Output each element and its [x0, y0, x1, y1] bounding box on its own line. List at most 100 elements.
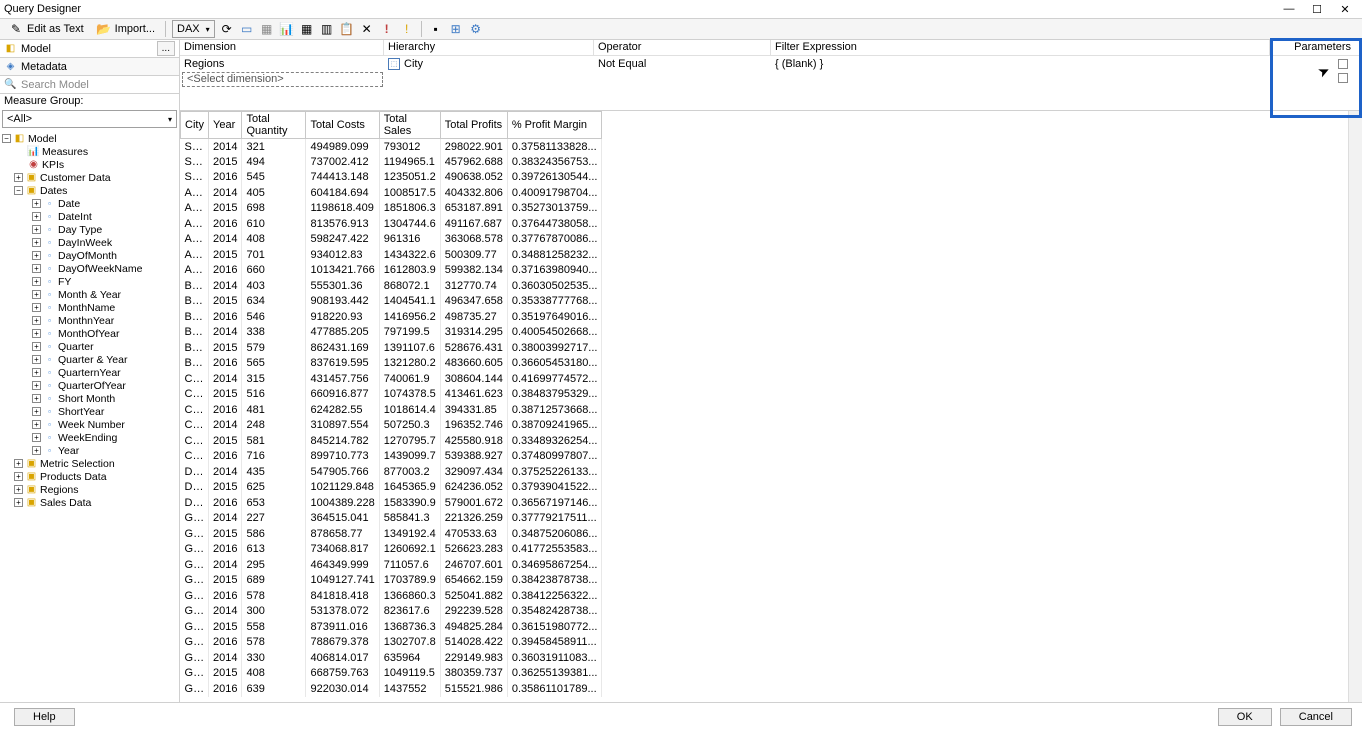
tree-toggle-icon[interactable]: +: [14, 485, 23, 494]
tree-dates-13[interactable]: +▫QuarternYear: [0, 366, 179, 379]
parameter-checkbox[interactable]: [1338, 59, 1348, 69]
table-row[interactable]: Alb...2016610813576.9131304744.6491167.6…: [181, 216, 602, 232]
filter-dimension[interactable]: Regions: [180, 57, 384, 71]
add-member-icon[interactable]: ▦: [259, 21, 275, 37]
tree-dates-17[interactable]: +▫Week Number: [0, 418, 179, 431]
tree-toggle-icon[interactable]: +: [32, 355, 41, 364]
tree-toggle-icon[interactable]: +: [32, 446, 41, 455]
tree-model[interactable]: −◧Model: [0, 132, 179, 145]
tree-toggle-icon[interactable]: +: [32, 251, 41, 260]
refresh-icon[interactable]: ⟳: [219, 21, 235, 37]
tree-dates-15[interactable]: +▫Short Month: [0, 392, 179, 405]
tree-toggle-icon[interactable]: +: [14, 459, 23, 468]
flatten-icon[interactable]: ⊞: [448, 21, 464, 37]
metadata-tree[interactable]: −◧Model📊Measures◉KPIs+▣Customer Data−▣Da…: [0, 130, 179, 704]
tree-toggle-icon[interactable]: +: [32, 238, 41, 247]
maximize-icon[interactable]: ☐: [1310, 2, 1324, 16]
tree-toggle-icon[interactable]: +: [32, 290, 41, 299]
tree-dates[interactable]: −▣Dates: [0, 184, 179, 197]
measure-group-combo[interactable]: <All> ▾: [2, 110, 177, 128]
table-row[interactable]: Go...2014295464349.999711057.6246707.601…: [181, 557, 602, 573]
cancel-exec-icon[interactable]: !: [399, 21, 415, 37]
minimize-icon[interactable]: —: [1282, 2, 1296, 16]
close-icon[interactable]: ✕: [1338, 2, 1352, 16]
tree-dates-0[interactable]: +▫Date: [0, 197, 179, 210]
tree-toggle-icon[interactable]: +: [14, 498, 23, 507]
table-row[interactable]: Bat...2014403555301.36868072.1312770.740…: [181, 278, 602, 294]
col-header-6[interactable]: % Profit Margin: [507, 112, 602, 139]
filter-row[interactable]: Regions ⬚ City Not Equal { (Blank) }: [180, 56, 1362, 72]
edit-as-text-button[interactable]: ✎ Edit as Text: [4, 20, 88, 38]
tree-dates-1[interactable]: +▫DateInt: [0, 210, 179, 223]
tree-products-data[interactable]: +▣Products Data: [0, 470, 179, 483]
tree-dates-12[interactable]: +▫Quarter & Year: [0, 353, 179, 366]
tree-dates-5[interactable]: +▫DayOfWeekName: [0, 262, 179, 275]
tree-toggle-icon[interactable]: +: [32, 199, 41, 208]
tree-regions[interactable]: +▣Regions: [0, 483, 179, 496]
search-input[interactable]: 🔍 Search Model: [0, 76, 179, 94]
table-row[interactable]: Go...20156891049127.7411703789.9654662.1…: [181, 573, 602, 589]
table-row[interactable]: Du...2014435547905.766877003.2329097.434…: [181, 464, 602, 480]
table-row[interactable]: Bat...2016546918220.931416956.2498735.27…: [181, 309, 602, 325]
tree-toggle-icon[interactable]: −: [14, 186, 23, 195]
calc-member-icon[interactable]: 📊: [279, 21, 295, 37]
tree-sales-data[interactable]: +▣Sales Data: [0, 496, 179, 509]
tree-toggle-icon[interactable]: +: [32, 394, 41, 403]
tree-toggle-icon[interactable]: +: [32, 342, 41, 351]
help-button[interactable]: Help: [14, 708, 75, 726]
execute-icon[interactable]: !: [379, 21, 395, 37]
tree-kpis[interactable]: ◉KPIs: [0, 158, 179, 171]
filter-operator[interactable]: Not Equal: [594, 57, 771, 71]
table-row[interactable]: Du...20166531004389.2281583390.9579001.6…: [181, 495, 602, 511]
table-row[interactable]: Alb...2014405604184.6941008517.5404332.8…: [181, 185, 602, 201]
tree-customer-data[interactable]: +▣Customer Data: [0, 171, 179, 184]
filter-hierarchy[interactable]: ⬚ City: [384, 57, 594, 71]
ok-button[interactable]: OK: [1218, 708, 1272, 726]
import-button[interactable]: 📂 Import...: [92, 20, 159, 38]
tree-dates-8[interactable]: +▫MonthName: [0, 301, 179, 314]
auto-exec-icon[interactable]: ▥: [319, 21, 335, 37]
tree-dates-16[interactable]: +▫ShortYear: [0, 405, 179, 418]
col-header-3[interactable]: Total Costs: [306, 112, 379, 139]
tree-toggle-icon[interactable]: +: [32, 368, 41, 377]
tree-toggle-icon[interactable]: +: [32, 381, 41, 390]
table-row[interactable]: Bat...2015634908193.4421404541.1496347.6…: [181, 294, 602, 310]
table-row[interactable]: Bro...2014338477885.205797199.5319314.29…: [181, 325, 602, 341]
tree-toggle-icon[interactable]: +: [32, 407, 41, 416]
table-row[interactable]: Bro...2016565837619.5951321280.2483660.6…: [181, 356, 602, 372]
tree-toggle-icon[interactable]: +: [14, 472, 23, 481]
table-row[interactable]: Bro...2015579862431.1691391107.6528676.4…: [181, 340, 602, 356]
parameter-checkbox-empty[interactable]: [1338, 73, 1348, 83]
table-row[interactable]: Go...2015586878658.771349192.4470533.630…: [181, 526, 602, 542]
col-header-5[interactable]: Total Profits: [440, 112, 507, 139]
tree-toggle-icon[interactable]: +: [32, 303, 41, 312]
table-row[interactable]: Ces...2015516660916.8771074378.5413461.6…: [181, 387, 602, 403]
col-header-2[interactable]: Total Quantity: [242, 112, 306, 139]
tree-toggle-icon[interactable]: +: [32, 277, 41, 286]
table-row[interactable]: Cof...2014248310897.554507250.3196352.74…: [181, 418, 602, 434]
table-row[interactable]: Gra...2015558873911.0161368736.3494825.2…: [181, 619, 602, 635]
delete-icon[interactable]: ✕: [359, 21, 375, 37]
select-dimension-placeholder[interactable]: <Select dimension>: [182, 72, 383, 87]
table-row[interactable]: Syd...2015494737002.4121194965.1457962.6…: [181, 154, 602, 170]
table-row[interactable]: Syd...2014321494989.099793012298022.9010…: [181, 139, 602, 155]
show-agg-icon[interactable]: 📋: [339, 21, 355, 37]
toggle-panel-icon[interactable]: ▭: [239, 21, 255, 37]
table-row[interactable]: Cof...2015581845214.7821270795.7425580.9…: [181, 433, 602, 449]
tree-measures[interactable]: 📊Measures: [0, 145, 179, 158]
table-row[interactable]: Ar...2015701934012.831434322.6500309.770…: [181, 247, 602, 263]
tree-toggle-icon[interactable]: +: [32, 264, 41, 273]
tree-dates-11[interactable]: +▫Quarter: [0, 340, 179, 353]
table-row[interactable]: Ar...2014408598247.422961316363068.5780.…: [181, 232, 602, 248]
table-row[interactable]: Gra...2016578788679.3781302707.8514028.4…: [181, 635, 602, 651]
tree-dates-7[interactable]: +▫Month & Year: [0, 288, 179, 301]
table-row[interactable]: Grif...2015408668759.7631049119.5380359.…: [181, 666, 602, 682]
tree-toggle-icon[interactable]: +: [32, 212, 41, 221]
cancel-button[interactable]: Cancel: [1280, 708, 1352, 726]
tree-dates-19[interactable]: +▫Year: [0, 444, 179, 457]
language-combo[interactable]: DAX ▾: [172, 20, 215, 38]
table-row[interactable]: Ces...2016481624282.551018614.4394331.85…: [181, 402, 602, 418]
tree-dates-4[interactable]: +▫DayOfMonth: [0, 249, 179, 262]
tree-dates-9[interactable]: +▫MonthnYear: [0, 314, 179, 327]
tree-toggle-icon[interactable]: +: [32, 420, 41, 429]
